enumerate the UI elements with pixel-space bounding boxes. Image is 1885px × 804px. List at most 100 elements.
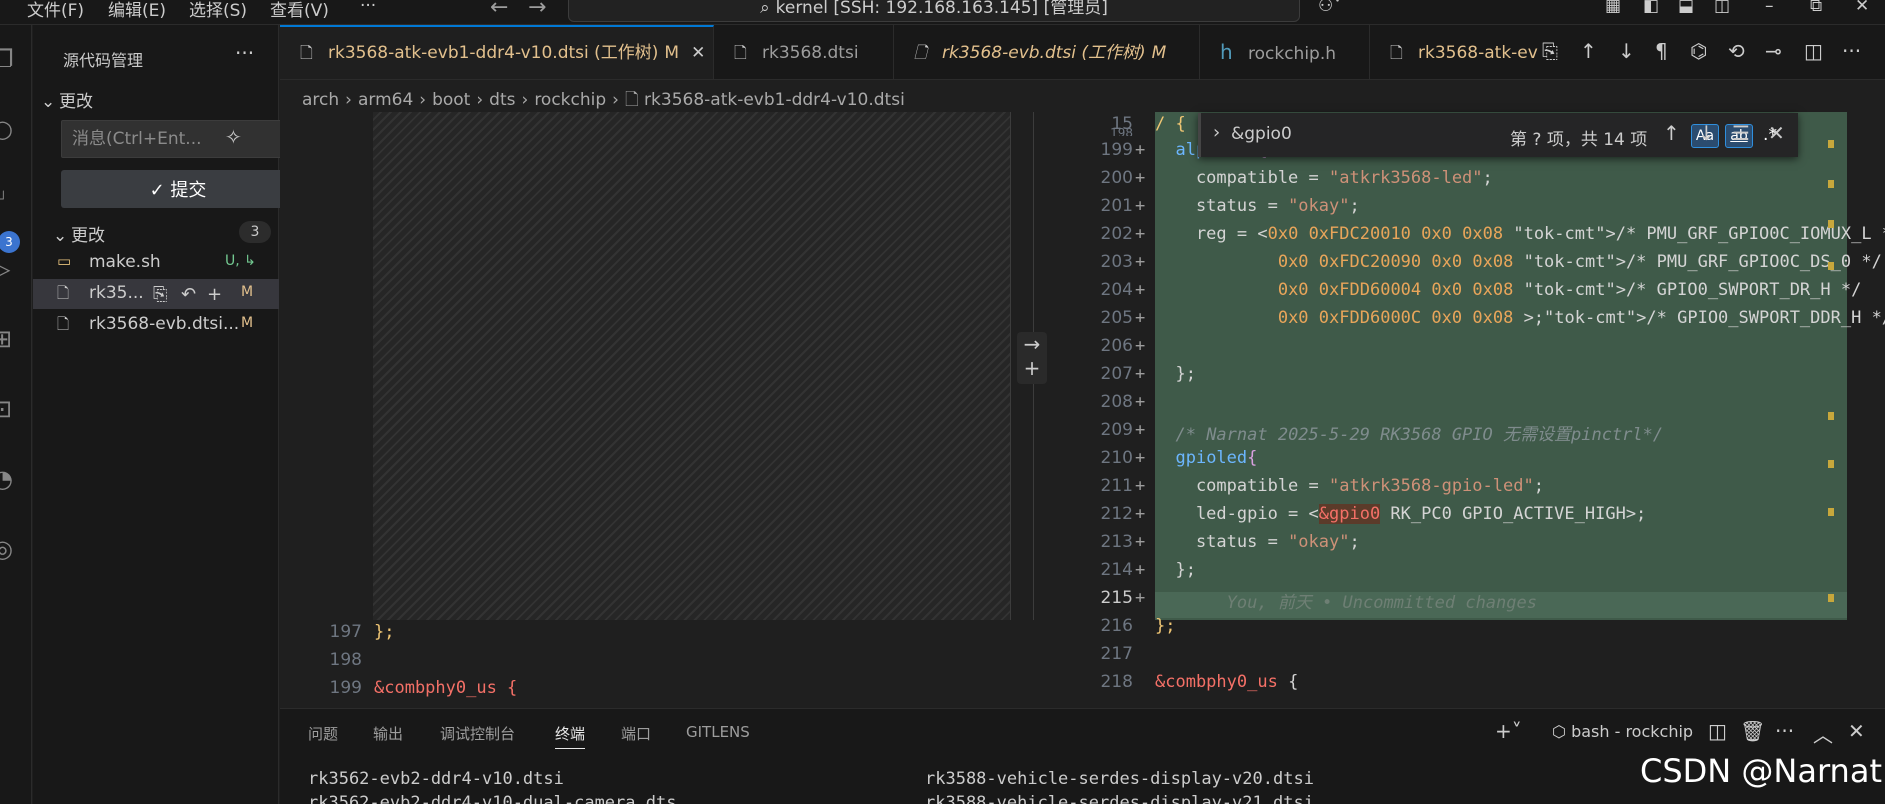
terminal-icon: ⬡ xyxy=(1552,722,1572,741)
generate-commit-message-icon[interactable]: ✧ xyxy=(225,125,242,149)
next-match-icon[interactable]: ↓ xyxy=(1698,121,1715,145)
file-name: rk35... xyxy=(89,283,144,303)
minimap-mark xyxy=(1828,262,1834,270)
tab-rk3568-evb[interactable]: 🗋 rk3568-evb.dtsi (工作树) M xyxy=(894,25,1200,79)
tab-output[interactable]: 输出 xyxy=(373,723,403,744)
search-view-icon[interactable]: ○ xyxy=(0,115,26,149)
terminal-selector[interactable]: ⬡ bash - rockchip xyxy=(1552,722,1693,741)
timeline-icon[interactable]: ◔ xyxy=(0,465,26,499)
git-commit-icon[interactable]: ⊸ xyxy=(1765,39,1782,63)
tab-ports[interactable]: 端口 xyxy=(621,723,651,744)
menu-selection[interactable]: 选择(S) xyxy=(189,0,247,21)
tab-rk3568-atk-evb1[interactable]: 🗋 rk3568-atk-evb1-ddr4-v10.dtsi (工作树) M ✕ xyxy=(280,25,714,79)
find-input[interactable] xyxy=(1231,120,1443,148)
breadcrumb-item[interactable]: arm64 xyxy=(358,90,413,110)
new-terminal-icon[interactable]: +˅ xyxy=(1495,719,1522,743)
terminal-line: rk3562-evb2-ddr4-v10-dual-camera.dts xyxy=(308,793,677,804)
split-terminal-icon[interactable]: ◫ xyxy=(1708,719,1727,743)
tab-terminal[interactable]: 终端 xyxy=(555,723,586,749)
compare-icon[interactable]: ⟲ xyxy=(1728,39,1745,63)
minimap-mark xyxy=(1828,180,1834,188)
open-file-icon[interactable]: ⎘ xyxy=(1542,39,1558,63)
line-number: 197 xyxy=(329,622,362,642)
commit-message-input[interactable] xyxy=(61,120,295,158)
toggle-replace-icon[interactable]: › xyxy=(1213,122,1220,143)
revert-block-icon[interactable]: → + xyxy=(1017,332,1047,384)
kill-terminal-icon[interactable]: 🗑 xyxy=(1740,719,1765,743)
sidebar-title: 源代码管理 xyxy=(63,51,144,70)
run-debug-icon[interactable]: ▷ xyxy=(0,255,26,289)
extensions-icon[interactable]: ⊞ xyxy=(0,325,26,359)
diff-added-marker: + xyxy=(1135,588,1146,608)
back-arrow-icon[interactable]: ← xyxy=(490,0,508,20)
commit-button[interactable]: ✓ 提交 xyxy=(61,170,295,208)
minimize-icon[interactable]: – xyxy=(1765,0,1774,16)
code-line: }; xyxy=(374,622,395,642)
copilot-icon[interactable]: ⚇˅ xyxy=(1318,0,1342,16)
more-actions-icon[interactable]: ··· xyxy=(1842,39,1861,63)
forward-arrow-icon[interactable]: → xyxy=(528,0,546,20)
breadcrumb-item[interactable]: dts xyxy=(489,90,515,110)
file-icon: 🗋 xyxy=(57,284,70,302)
more-actions-icon[interactable]: ··· xyxy=(235,41,254,65)
breadcrumb-item[interactable]: arch xyxy=(302,90,339,110)
tab-gitlens[interactable]: GITLENS xyxy=(686,723,750,741)
gitlens-icon[interactable]: ◎ xyxy=(0,535,26,569)
show-whitespace-icon[interactable]: ¶ xyxy=(1655,39,1668,63)
list-item[interactable]: 🗋 rk3568-evb.dtsi... M xyxy=(33,310,279,340)
close-window-icon[interactable]: ✕ xyxy=(1855,0,1869,16)
next-change-icon[interactable]: ↓ xyxy=(1618,39,1635,63)
list-item[interactable]: ▭ make.sh U, ↳ xyxy=(33,248,279,278)
code-line: }; xyxy=(1155,616,1176,636)
tab-debug-console[interactable]: 调试控制台 xyxy=(440,723,515,744)
line-number: 203 xyxy=(1100,252,1133,272)
breadcrumb-item[interactable]: boot xyxy=(432,90,470,110)
previous-match-icon[interactable]: ↑ xyxy=(1663,121,1680,145)
menu-more[interactable]: ··· xyxy=(360,0,376,16)
terminal-name: bash - rockchip xyxy=(1571,722,1694,741)
diff-added-marker: + xyxy=(1135,140,1146,160)
restore-icon[interactable]: ⧉ xyxy=(1810,0,1822,16)
code-line: 0x0 0xFDC20090 0x0 0x08 "tok-cmt">/* PMU… xyxy=(1277,252,1882,272)
diff-editor[interactable]: → + 197 }; 198 199 &combphy0_us { 15 / { … xyxy=(280,112,1885,708)
git-blame-annotation: You, 前天 • Uncommitted changes xyxy=(1155,593,1537,613)
tab-rk3568-atk-ev[interactable]: 🗋 rk3568-atk-ev xyxy=(1370,25,1540,79)
discard-changes-icon[interactable]: ↶ xyxy=(181,284,196,305)
tab-problems[interactable]: 问题 xyxy=(308,723,338,744)
toggle-panel-icon[interactable]: ⬓ xyxy=(1678,0,1694,16)
tab-rk3568-dtsi[interactable]: 🗋 rk3568.dtsi xyxy=(714,25,894,79)
list-item[interactable]: 🗋 rk35... ⎘ ↶ + M xyxy=(33,279,279,309)
line-number: 201 xyxy=(1100,196,1133,216)
menu-file[interactable]: 文件(F) xyxy=(27,0,84,21)
layout-customize-icon[interactable]: ▦ xyxy=(1605,0,1621,16)
stage-changes-icon[interactable]: + xyxy=(207,284,222,305)
terminal-file-icon: ▭ xyxy=(57,252,72,270)
command-center-text: kernel [SSH: 192.168.163.145] [管理员] xyxy=(775,0,1108,18)
file-name: rk3568-evb.dtsi... xyxy=(89,314,240,334)
open-changes-icon[interactable]: ⌬ xyxy=(1690,39,1707,63)
close-icon[interactable]: ✕ xyxy=(691,43,705,63)
more-actions-icon[interactable]: ··· xyxy=(1775,719,1794,743)
remote-explorer-icon[interactable]: ⊡ xyxy=(0,395,26,429)
breadcrumb-item[interactable]: rk3568-atk-evb1-ddr4-v10.dtsi xyxy=(644,90,905,110)
close-panel-icon[interactable]: ✕ xyxy=(1848,719,1865,743)
minimap-mark xyxy=(1828,460,1834,468)
previous-change-icon[interactable]: ↑ xyxy=(1580,39,1597,63)
menu-view[interactable]: 查看(V) xyxy=(270,0,329,21)
tab-rockchip-h[interactable]: h rockchip.h xyxy=(1200,25,1370,79)
toggle-secondary-sidebar-icon[interactable]: ◫ xyxy=(1714,0,1730,16)
changes-group-header[interactable]: ⌄ 更改 xyxy=(53,221,105,246)
sticky-scroll-line: / { xyxy=(1155,114,1186,134)
find-in-selection-icon[interactable]: ☰ xyxy=(1732,121,1750,145)
breadcrumb-item[interactable]: rockchip xyxy=(534,90,606,110)
toggle-sidebar-icon[interactable]: ◧ xyxy=(1643,0,1659,16)
source-control-icon[interactable]: ⑂ xyxy=(0,185,26,219)
split-editor-icon[interactable]: ◫ xyxy=(1804,39,1823,63)
maximize-panel-icon[interactable]: ︿ xyxy=(1813,719,1833,748)
menu-edit[interactable]: 编辑(E) xyxy=(108,0,166,21)
explorer-icon[interactable]: ❐ xyxy=(0,45,26,79)
open-file-icon[interactable]: ⎘ xyxy=(153,284,167,305)
close-icon[interactable]: ✕ xyxy=(1768,121,1785,145)
command-center[interactable]: ⌕ kernel [SSH: 192.168.163.145] [管理员] xyxy=(568,0,1300,22)
section-changes-header[interactable]: ⌄ 更改 xyxy=(41,87,93,112)
